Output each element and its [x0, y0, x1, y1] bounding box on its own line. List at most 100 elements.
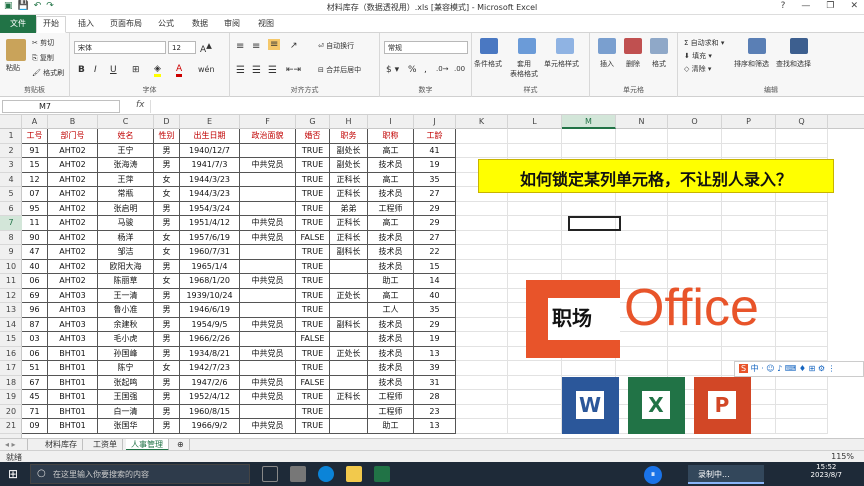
- cell-i20[interactable]: 工程师: [368, 404, 414, 419]
- cell-o17[interactable]: [668, 361, 722, 376]
- cell-a13[interactable]: 96: [22, 303, 48, 318]
- cell-i12[interactable]: 高工: [368, 288, 414, 303]
- cell-i5[interactable]: 技术员: [368, 187, 414, 202]
- cell-h12[interactable]: 正处长: [330, 288, 368, 303]
- cell-a20[interactable]: 71: [22, 404, 48, 419]
- cell-n6[interactable]: [616, 201, 668, 216]
- italic-button[interactable]: I: [94, 65, 97, 75]
- cell-f4[interactable]: [240, 172, 296, 187]
- cell-c7[interactable]: 马骏: [98, 216, 154, 231]
- cell-p1[interactable]: [722, 129, 776, 144]
- cell-e5[interactable]: 1944/3/23: [180, 187, 240, 202]
- cell-k10[interactable]: [456, 259, 508, 274]
- font-size-select[interactable]: 12: [168, 41, 196, 54]
- cell-p2[interactable]: [722, 143, 776, 158]
- cell-d21[interactable]: 男: [154, 419, 180, 434]
- row-header[interactable]: 21: [0, 419, 22, 434]
- cell-b14[interactable]: AHT03: [48, 317, 98, 332]
- cell-h5[interactable]: 正科长: [330, 187, 368, 202]
- sort-filter-icon[interactable]: [748, 38, 766, 54]
- cell-d17[interactable]: 女: [154, 361, 180, 376]
- cell-j1[interactable]: 工龄: [414, 129, 456, 144]
- cell-q21[interactable]: [776, 419, 828, 434]
- cell-h4[interactable]: 正科长: [330, 172, 368, 187]
- cell-q16[interactable]: [776, 346, 828, 361]
- cell-d20[interactable]: 男: [154, 404, 180, 419]
- row-header[interactable]: 20: [0, 405, 22, 419]
- cell-g2[interactable]: TRUE: [296, 143, 330, 158]
- cell-j3[interactable]: 19: [414, 158, 456, 173]
- cell-j2[interactable]: 41: [414, 143, 456, 158]
- cell-f20[interactable]: [240, 404, 296, 419]
- delete-cells-button[interactable]: 删除: [626, 59, 640, 69]
- cell-e3[interactable]: 1941/7/3: [180, 158, 240, 173]
- cell-q2[interactable]: [776, 143, 828, 158]
- cell-k14[interactable]: [456, 317, 508, 332]
- column-header-c[interactable]: C: [98, 115, 154, 129]
- align-top-icon[interactable]: ≡: [236, 41, 244, 52]
- find-select-icon[interactable]: [790, 38, 808, 54]
- paste-button[interactable]: 粘贴: [6, 63, 20, 73]
- cell-a21[interactable]: 09: [22, 419, 48, 434]
- cell-f19[interactable]: 中共党员: [240, 390, 296, 405]
- cell-a5[interactable]: 07: [22, 187, 48, 202]
- edge-icon[interactable]: [318, 466, 334, 482]
- paste-icon[interactable]: [6, 39, 26, 61]
- cell-f18[interactable]: 中共党员: [240, 375, 296, 390]
- bold-button[interactable]: B: [78, 65, 85, 75]
- find-select-button[interactable]: 查找和选择: [776, 59, 811, 69]
- cell-c2[interactable]: 王宁: [98, 143, 154, 158]
- row-header[interactable]: 18: [0, 376, 22, 390]
- cell-j4[interactable]: 35: [414, 172, 456, 187]
- column-header-l[interactable]: L: [508, 115, 562, 129]
- row-header[interactable]: 10: [0, 260, 22, 274]
- cell-j19[interactable]: 28: [414, 390, 456, 405]
- cell-j12[interactable]: 40: [414, 288, 456, 303]
- comma-icon[interactable]: ,: [424, 65, 427, 75]
- cell-b13[interactable]: AHT03: [48, 303, 98, 318]
- column-header-p[interactable]: P: [722, 115, 776, 129]
- cell-g3[interactable]: TRUE: [296, 158, 330, 173]
- cell-g20[interactable]: TRUE: [296, 404, 330, 419]
- cell-i18[interactable]: 技术员: [368, 375, 414, 390]
- cell-q7[interactable]: [776, 216, 828, 231]
- cell-b10[interactable]: AHT02: [48, 259, 98, 274]
- cell-k16[interactable]: [456, 346, 508, 361]
- cell-d6[interactable]: 男: [154, 201, 180, 216]
- cell-i16[interactable]: 技术员: [368, 346, 414, 361]
- cell-k19[interactable]: [456, 390, 508, 405]
- cell-j6[interactable]: 29: [414, 201, 456, 216]
- cell-d14[interactable]: 男: [154, 317, 180, 332]
- cell-j11[interactable]: 14: [414, 274, 456, 289]
- cell-p9[interactable]: [722, 245, 776, 260]
- cell-b17[interactable]: BHT01: [48, 361, 98, 376]
- font-name-select[interactable]: 宋体: [74, 41, 166, 54]
- cell-c10[interactable]: 欧阳大海: [98, 259, 154, 274]
- increase-decimal-icon[interactable]: .0→: [436, 65, 449, 73]
- name-box[interactable]: M7: [2, 100, 120, 113]
- row-header[interactable]: 5: [0, 187, 22, 202]
- cell-q1[interactable]: [776, 129, 828, 144]
- column-header-a[interactable]: A: [22, 115, 48, 129]
- cell-c17[interactable]: 陈宁: [98, 361, 154, 376]
- cell-h1[interactable]: 职务: [330, 129, 368, 144]
- cell-d11[interactable]: 女: [154, 274, 180, 289]
- cell-o9[interactable]: [668, 245, 722, 260]
- align-left-icon[interactable]: ☰: [236, 65, 245, 76]
- cell-k2[interactable]: [456, 143, 508, 158]
- cell-j10[interactable]: 15: [414, 259, 456, 274]
- column-header-j[interactable]: J: [414, 115, 456, 129]
- cell-e18[interactable]: 1947/2/6: [180, 375, 240, 390]
- cell-h2[interactable]: 副处长: [330, 143, 368, 158]
- row-header[interactable]: 4: [0, 173, 22, 187]
- cell-a11[interactable]: 06: [22, 274, 48, 289]
- row-header[interactable]: 7: [0, 216, 22, 231]
- cell-d10[interactable]: 男: [154, 259, 180, 274]
- cell-b3[interactable]: AHT02: [48, 158, 98, 173]
- cell-d18[interactable]: 男: [154, 375, 180, 390]
- cell-n7[interactable]: [616, 216, 668, 231]
- row-header[interactable]: 9: [0, 245, 22, 260]
- cell-h21[interactable]: [330, 419, 368, 434]
- cell-q20[interactable]: [776, 404, 828, 419]
- cell-d9[interactable]: 女: [154, 245, 180, 260]
